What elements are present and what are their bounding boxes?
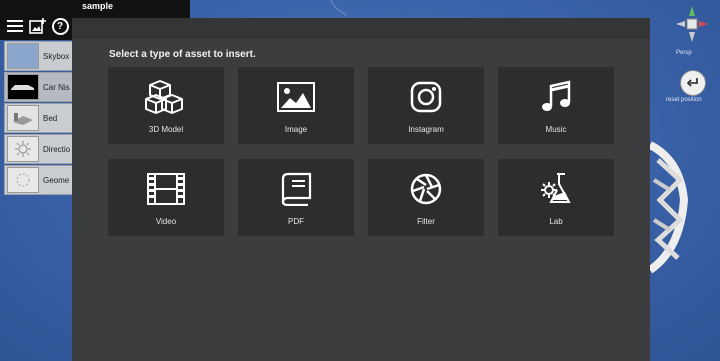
car-thumbnail [7, 74, 39, 100]
asset-label: Music [545, 125, 567, 134]
scene-item-bed[interactable]: Bed [4, 103, 74, 133]
asset-tile-image[interactable]: Image [238, 67, 354, 144]
scene-3d-object [647, 140, 690, 275]
bed-thumbnail [7, 105, 39, 131]
dialog-header-bar [72, 18, 650, 39]
book-icon [280, 171, 312, 207]
scene-title: sample [82, 1, 114, 11]
reset-position-button[interactable] [680, 70, 706, 96]
scene-item-label: Directio [43, 144, 71, 154]
instagram-icon [410, 79, 442, 115]
asset-tile-3d-model[interactable]: 3D Model [108, 67, 224, 144]
asset-type-grid: 3D Model Image Instagram Music Video PDF… [108, 67, 614, 236]
geometry-thumbnail [7, 167, 39, 193]
asset-label: Filter [417, 217, 435, 226]
film-icon [147, 171, 185, 207]
return-arrow-icon [686, 78, 698, 87]
asset-tile-lab[interactable]: Lab [498, 159, 614, 236]
cubes-icon [144, 79, 188, 115]
asset-label: Image [284, 125, 308, 134]
image-icon [277, 79, 315, 115]
scene-item-skybox[interactable]: Skybox [4, 41, 74, 71]
asset-tile-filter[interactable]: Filter [368, 159, 484, 236]
scene-item-label: Bed [43, 113, 58, 123]
scene-item-car[interactable]: Car Nis [4, 72, 74, 102]
dialog-title: Select a type of asset to insert. [109, 49, 256, 60]
add-image-icon[interactable] [29, 17, 47, 35]
help-icon[interactable]: ? [51, 17, 69, 35]
flask-gear-icon [539, 171, 573, 207]
skybox-thumbnail [7, 43, 39, 69]
reset-position-label: reset position [666, 97, 702, 103]
aperture-icon [410, 171, 442, 207]
asset-label: 3D Model [148, 125, 184, 134]
orientation-gizmo[interactable] [672, 4, 712, 44]
perspective-label: Persp [676, 50, 692, 56]
asset-label: Lab [549, 217, 563, 226]
scene-object-list: Skybox Car Nis Bed Directio Geome [4, 41, 74, 196]
asset-tile-instagram[interactable]: Instagram [368, 67, 484, 144]
asset-label: Video [155, 217, 177, 226]
music-note-icon [540, 79, 572, 115]
asset-tile-video[interactable]: Video [108, 159, 224, 236]
scene-item-directional-light[interactable]: Directio [4, 134, 74, 164]
scene-item-geometry[interactable]: Geome [4, 165, 74, 195]
asset-label: Instagram [408, 125, 444, 134]
asset-tile-pdf[interactable]: PDF [238, 159, 354, 236]
scene-item-label: Skybox [43, 51, 70, 61]
sun-icon [7, 136, 39, 162]
scene-item-label: Geome [43, 175, 70, 185]
menu-icon[interactable] [6, 17, 24, 35]
asset-label: PDF [288, 217, 304, 226]
asset-tile-music[interactable]: Music [498, 67, 614, 144]
insert-asset-dialog: Select a type of asset to insert. 3D Mod… [72, 18, 650, 361]
scene-item-label: Car Nis [43, 82, 70, 92]
